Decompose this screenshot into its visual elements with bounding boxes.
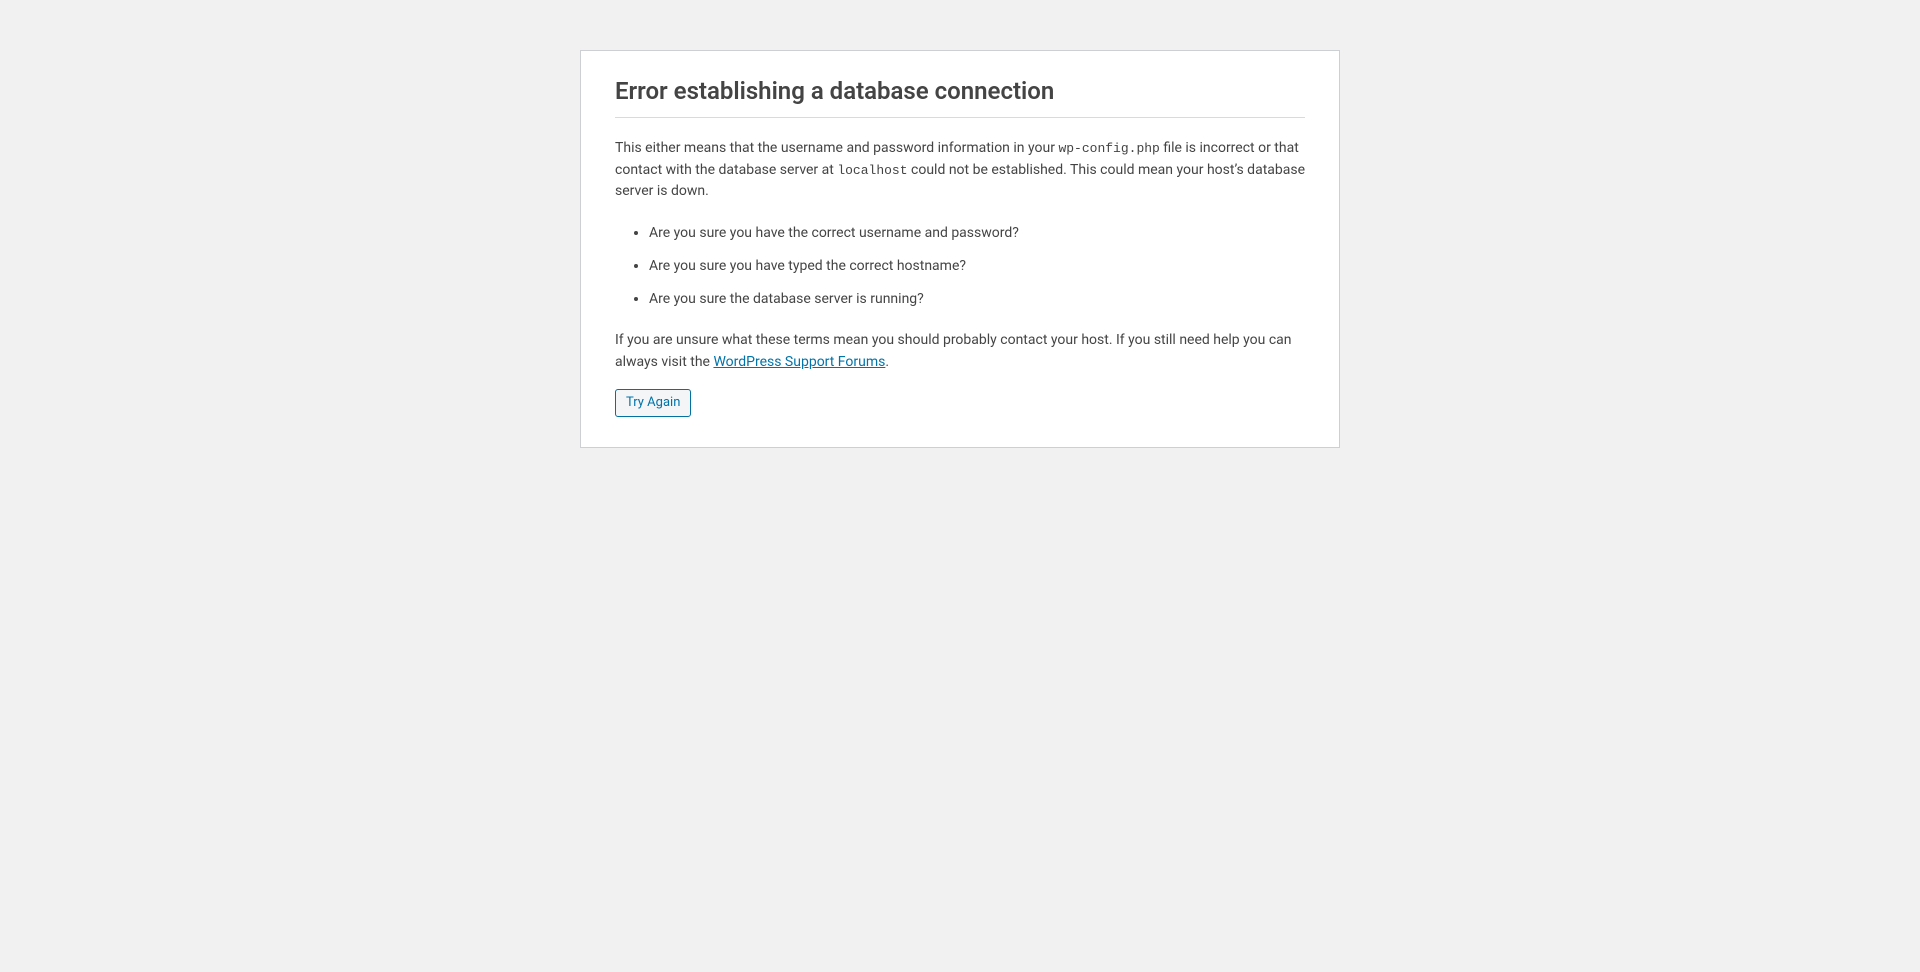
config-file-code: wp-config.php	[1058, 141, 1159, 156]
list-item: Are you sure the database server is runn…	[649, 289, 1305, 310]
explain-text-1: This either means that the username and …	[615, 140, 1058, 156]
support-forums-link[interactable]: WordPress Support Forums	[713, 354, 885, 370]
help-text-2: .	[885, 354, 889, 370]
check-list: Are you sure you have the correct userna…	[615, 223, 1305, 310]
error-card: Error establishing a database connection…	[580, 50, 1340, 448]
list-item: Are you sure you have typed the correct …	[649, 256, 1305, 277]
list-item: Are you sure you have the correct userna…	[649, 223, 1305, 244]
host-code: localhost	[837, 163, 907, 178]
error-explanation: This either means that the username and …	[615, 138, 1305, 203]
error-heading: Error establishing a database connection	[615, 77, 1305, 118]
try-again-button[interactable]: Try Again	[615, 389, 691, 417]
help-paragraph: If you are unsure what these terms mean …	[615, 330, 1305, 373]
